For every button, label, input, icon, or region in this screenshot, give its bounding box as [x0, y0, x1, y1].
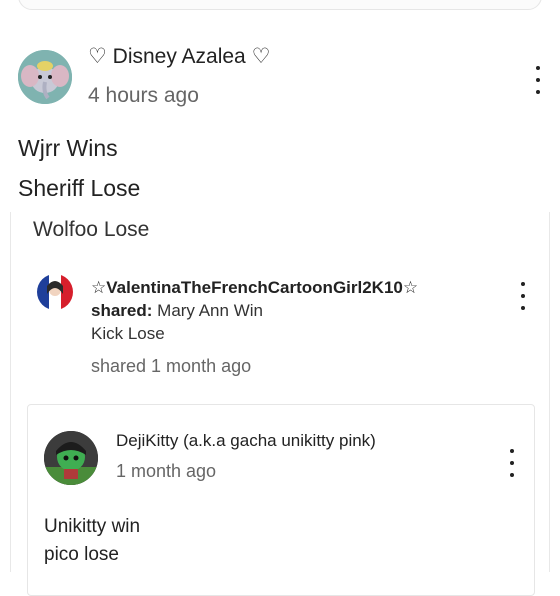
inner-post-line: pico lose: [44, 544, 119, 565]
shared-label: shared:: [91, 301, 153, 320]
post-body: Wjrr Wins Sheriff Lose: [18, 128, 140, 208]
sharer-avatar[interactable]: [37, 274, 73, 310]
sharer-block: ☆ValentinaTheFrenchCartoonGirl2K10☆ shar…: [91, 276, 418, 345]
inner-post-line: Unikitty win: [44, 516, 141, 537]
previous-post-card: [18, 0, 542, 10]
sharer-name[interactable]: ☆ValentinaTheFrenchCartoonGirl2K10☆: [91, 276, 418, 299]
inner-author-avatar[interactable]: [44, 431, 98, 485]
inner-post-body: Unikitty win pico lose: [44, 513, 140, 569]
shared-post-menu-icon[interactable]: [513, 282, 533, 310]
shared-post-text: Wolfoo Lose: [33, 218, 150, 241]
shared-line: Mary Ann Win: [157, 301, 263, 320]
inner-post-menu-icon[interactable]: [502, 449, 522, 477]
dumbo-elephant-avatar-image: [18, 50, 72, 104]
post-line: Sheriff Lose: [18, 175, 141, 201]
post-author-name[interactable]: ♡ Disney Azalea ♡: [88, 44, 270, 69]
french-flag-avatar-image: [37, 274, 73, 310]
inner-author-name[interactable]: DejiKitty (a.k.a gacha unikitty pink): [116, 431, 376, 451]
inner-post-card[interactable]: DejiKitty (a.k.a gacha unikitty pink) 1 …: [27, 404, 535, 596]
post-timestamp: 4 hours ago: [88, 84, 199, 107]
shared-line: Kick Lose: [91, 324, 165, 343]
author-avatar[interactable]: [18, 50, 72, 104]
inner-timestamp: 1 month ago: [116, 461, 217, 481]
shared-timestamp: shared 1 month ago: [91, 356, 252, 376]
green-character-avatar-image: [44, 431, 98, 485]
post-line: Wjrr Wins: [18, 135, 118, 161]
shared-post-card[interactable]: Wolfoo Lose ☆ValentinaTheFrenchCartoonGi…: [10, 212, 550, 596]
post-menu-icon[interactable]: [528, 66, 548, 94]
